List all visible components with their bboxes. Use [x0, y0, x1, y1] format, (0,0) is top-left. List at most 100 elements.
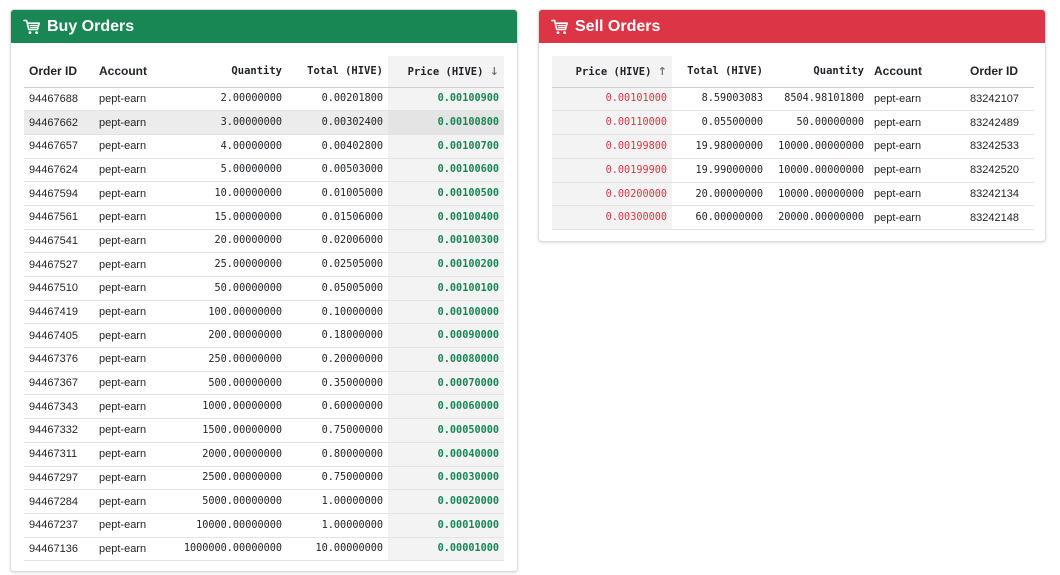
- order-id-cell: 94467688: [24, 87, 94, 112]
- order-id-cell: 94467594: [24, 181, 94, 206]
- account-cell: pept-earn: [94, 87, 177, 112]
- price-cell: 0.00101000: [552, 87, 672, 112]
- price-cell: 0.00100700: [388, 134, 504, 159]
- quantity-cell: 50.00000000: [768, 110, 869, 136]
- col-order-id[interactable]: Order ID: [965, 56, 1034, 88]
- account-cell: pept-earn: [869, 110, 965, 136]
- total-cell: 0.75000000: [287, 466, 388, 491]
- table-row[interactable]: 94467284 pept-earn 5000.00000000 1.00000000…: [24, 489, 504, 514]
- total-cell: 19.99000000: [672, 158, 768, 183]
- buy-orders-card: Buy Orders Order ID Account Quantity Tot…: [10, 9, 518, 572]
- account-cell: pept-earn: [94, 466, 177, 491]
- price-cell: 0.00070000: [388, 371, 504, 396]
- order-id-cell: 94467136: [24, 537, 94, 562]
- total-cell: 19.98000000: [672, 134, 768, 159]
- quantity-cell: 4.00000000: [177, 134, 287, 159]
- price-cell: 0.00100200: [388, 252, 504, 277]
- table-row[interactable]: 94467136 pept-earn 1000000.00000000 10.0000…: [24, 537, 504, 562]
- table-row[interactable]: 94467332 pept-earn 1500.00000000 0.75000000…: [24, 418, 504, 443]
- order-id-cell: 94467297: [24, 466, 94, 491]
- table-row[interactable]: 0.00199800 19.98000000 10000.00000000 pept-…: [552, 134, 1034, 159]
- col-account[interactable]: Account: [869, 56, 965, 88]
- account-cell: pept-earn: [869, 87, 965, 112]
- table-row[interactable]: 94467376 pept-earn 250.00000000 0.20000000 0…: [24, 347, 504, 372]
- account-cell: pept-earn: [94, 252, 177, 277]
- price-cell: 0.00300000: [552, 205, 672, 231]
- table-row[interactable]: 94467419 pept-earn 100.00000000 0.10000000 0…: [24, 300, 504, 325]
- account-cell: pept-earn: [94, 110, 177, 135]
- col-price-sorted[interactable]: Price (HIVE) ↓: [388, 56, 504, 88]
- table-row[interactable]: 0.00110000 0.05500000 50.00000000 pept-earn…: [552, 110, 1034, 136]
- order-id-cell: 94467662: [24, 110, 94, 135]
- sell-orders-card: Sell Orders Price (HIVE) ↑ Total (HIVE) …: [538, 9, 1046, 242]
- table-row[interactable]: 94467594 pept-earn 10.00000000 0.01005000 0.…: [24, 181, 504, 206]
- total-cell: 0.02006000: [287, 229, 388, 254]
- table-row[interactable]: 0.00200000 20.00000000 10000.00000000 pept-…: [552, 182, 1034, 207]
- col-order-id[interactable]: Order ID: [24, 56, 94, 88]
- account-cell: pept-earn: [94, 418, 177, 443]
- col-quantity[interactable]: Quantity: [177, 56, 287, 88]
- quantity-cell: 10.00000000: [177, 181, 287, 206]
- table-row[interactable]: 94467510 pept-earn 50.00000000 0.05005000 0.…: [24, 276, 504, 301]
- account-cell: pept-earn: [869, 205, 965, 231]
- price-cell: 0.00020000: [388, 489, 504, 514]
- quantity-cell: 20000.00000000: [768, 205, 869, 231]
- quantity-cell: 100.00000000: [177, 300, 287, 325]
- table-row[interactable]: 94467624 pept-earn 5.00000000 0.00503000 0.0…: [24, 158, 504, 183]
- table-row[interactable]: 0.00101000 8.59003083 8504.98101800 pept-ea…: [552, 87, 1034, 112]
- table-row[interactable]: 94467541 pept-earn 20.00000000 0.02006000 0.…: [24, 229, 504, 254]
- account-cell: pept-earn: [94, 300, 177, 325]
- table-row[interactable]: 94467297 pept-earn 2500.00000000 0.75000000…: [24, 466, 504, 491]
- total-cell: 20.00000000: [672, 182, 768, 207]
- table-row[interactable]: 94467311 pept-earn 2000.00000000 0.80000000…: [24, 442, 504, 467]
- quantity-cell: 50.00000000: [177, 276, 287, 301]
- total-cell: 0.80000000: [287, 442, 388, 467]
- total-cell: 0.75000000: [287, 418, 388, 443]
- order-id-cell: 94467284: [24, 489, 94, 514]
- sort-desc-icon: ↓: [489, 64, 499, 78]
- table-row[interactable]: 94467662 pept-earn 3.00000000 0.00302400 0.0…: [24, 110, 504, 135]
- price-cell: 0.00199800: [552, 134, 672, 159]
- table-row[interactable]: 94467527 pept-earn 25.00000000 0.02505000 0.…: [24, 252, 504, 277]
- col-price-sorted[interactable]: Price (HIVE) ↑: [552, 56, 672, 88]
- buy-orders-table: Order ID Account Quantity Total (HIVE) P…: [24, 56, 504, 562]
- order-id-cell: 83242520: [965, 158, 1034, 183]
- order-id-cell: 83242134: [965, 182, 1034, 207]
- total-cell: 0.35000000: [287, 371, 388, 396]
- quantity-cell: 2500.00000000: [177, 466, 287, 491]
- table-row[interactable]: 94467657 pept-earn 4.00000000 0.00402800 0.0…: [24, 134, 504, 159]
- col-account[interactable]: Account: [94, 56, 177, 88]
- order-id-cell: 94467624: [24, 158, 94, 183]
- quantity-cell: 10000.00000000: [768, 134, 869, 159]
- sort-asc-icon: ↑: [657, 64, 667, 78]
- quantity-cell: 5.00000000: [177, 158, 287, 183]
- total-cell: 0.20000000: [287, 347, 388, 372]
- table-row[interactable]: 0.00199900 19.99000000 10000.00000000 pept-…: [552, 158, 1034, 183]
- quantity-cell: 200.00000000: [177, 323, 287, 349]
- col-total[interactable]: Total (HIVE): [672, 56, 768, 88]
- col-price-label: Price (HIVE): [575, 65, 652, 78]
- order-id-cell: 94467657: [24, 134, 94, 159]
- price-cell: 0.00100800: [388, 110, 504, 135]
- order-id-cell: 83242489: [965, 110, 1034, 136]
- table-row[interactable]: 94467237 pept-earn 10000.00000000 1.0000000…: [24, 513, 504, 538]
- quantity-cell: 3.00000000: [177, 110, 287, 135]
- price-cell: 0.00050000: [388, 418, 504, 443]
- table-row[interactable]: 0.00300000 60.00000000 20000.00000000 pept-…: [552, 205, 1034, 231]
- table-row[interactable]: 94467561 pept-earn 15.00000000 0.01506000 0.…: [24, 205, 504, 230]
- account-cell: pept-earn: [94, 276, 177, 301]
- col-price-label: Price (HIVE): [407, 65, 484, 78]
- price-cell: 0.00100600: [388, 158, 504, 183]
- table-row[interactable]: 94467405 pept-earn 200.00000000 0.18000000 0…: [24, 323, 504, 349]
- col-total[interactable]: Total (HIVE): [287, 56, 388, 88]
- order-id-cell: 94467343: [24, 394, 94, 420]
- price-cell: 0.00100100: [388, 276, 504, 301]
- price-cell: 0.00090000: [388, 323, 504, 349]
- price-cell: 0.00080000: [388, 347, 504, 372]
- account-cell: pept-earn: [94, 513, 177, 538]
- price-cell: 0.00100500: [388, 181, 504, 206]
- table-row[interactable]: 94467688 pept-earn 2.00000000 0.00201800 0.0…: [24, 87, 504, 112]
- table-row[interactable]: 94467367 pept-earn 500.00000000 0.35000000 0…: [24, 371, 504, 396]
- col-quantity[interactable]: Quantity: [768, 56, 869, 88]
- table-row[interactable]: 94467343 pept-earn 1000.00000000 0.60000000…: [24, 394, 504, 420]
